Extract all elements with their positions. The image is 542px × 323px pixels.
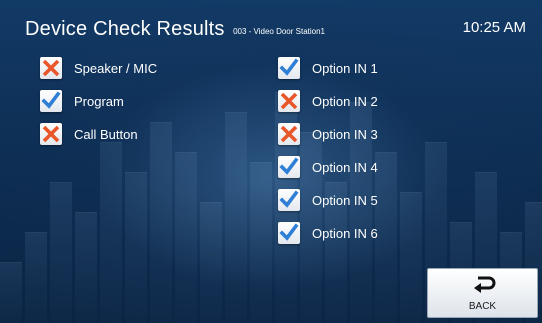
back-button[interactable]: BACK [427, 268, 538, 318]
background-bar [125, 172, 147, 323]
background-bar [225, 112, 247, 323]
check-pass-icon [278, 156, 300, 178]
check-fail-icon [40, 57, 62, 79]
result-label: Call Button [74, 126, 138, 142]
page-title: Device Check Results [25, 18, 225, 40]
cross-icon [280, 125, 298, 143]
result-label: Option IN 2 [312, 93, 378, 109]
background-bar [50, 182, 72, 323]
clock: 10:25 AM [462, 19, 526, 36]
back-label: BACK [468, 301, 497, 312]
result-option-in-5: Option IN 5 [278, 187, 378, 213]
background-bar [150, 122, 172, 323]
check-fail-icon [278, 123, 300, 145]
background-bar [250, 162, 272, 323]
result-label: Option IN 5 [312, 192, 378, 208]
background-bar [200, 202, 222, 323]
check-pass-icon [278, 57, 300, 79]
background-bar [400, 192, 422, 323]
background-bar [100, 142, 122, 323]
checkmark-icon [279, 190, 299, 208]
check-pass-icon [278, 189, 300, 211]
check-fail-icon [278, 90, 300, 112]
result-program: Program [40, 88, 124, 114]
result-speaker-mic: Speaker / MIC [40, 55, 157, 81]
result-option-in-4: Option IN 4 [278, 154, 378, 180]
result-option-in-2: Option IN 2 [278, 88, 378, 114]
checkmark-icon [279, 157, 299, 175]
device-name: 003 - Video Door Station1 [233, 27, 325, 36]
check-pass-icon [278, 222, 300, 244]
cross-icon [42, 59, 60, 77]
check-fail-icon [40, 123, 62, 145]
checkmark-icon [41, 91, 61, 109]
check-pass-icon [40, 90, 62, 112]
result-option-in-3: Option IN 3 [278, 121, 378, 147]
result-option-in-6: Option IN 6 [278, 220, 378, 246]
result-option-in-1: Option IN 1 [278, 55, 378, 81]
device-check-screen: Device Check Results 003 - Video Door St… [0, 0, 542, 323]
result-label: Option IN 4 [312, 159, 378, 175]
cross-icon [280, 92, 298, 110]
checkmark-icon [279, 58, 299, 76]
result-label: Option IN 1 [312, 60, 378, 76]
result-label: Option IN 6 [312, 225, 378, 241]
background-bar [0, 262, 22, 323]
result-label: Program [74, 93, 124, 109]
checkmark-icon [279, 223, 299, 241]
result-label: Option IN 3 [312, 126, 378, 142]
return-arrow-icon [474, 276, 496, 293]
background-bar [175, 152, 197, 323]
result-label: Speaker / MIC [74, 60, 158, 76]
background-bar [375, 152, 397, 323]
background-bar [75, 212, 97, 323]
cross-icon [42, 125, 60, 143]
header: Device Check Results 003 - Video Door St… [25, 18, 325, 41]
result-call-button: Call Button [40, 121, 138, 147]
background-bar [25, 232, 47, 323]
